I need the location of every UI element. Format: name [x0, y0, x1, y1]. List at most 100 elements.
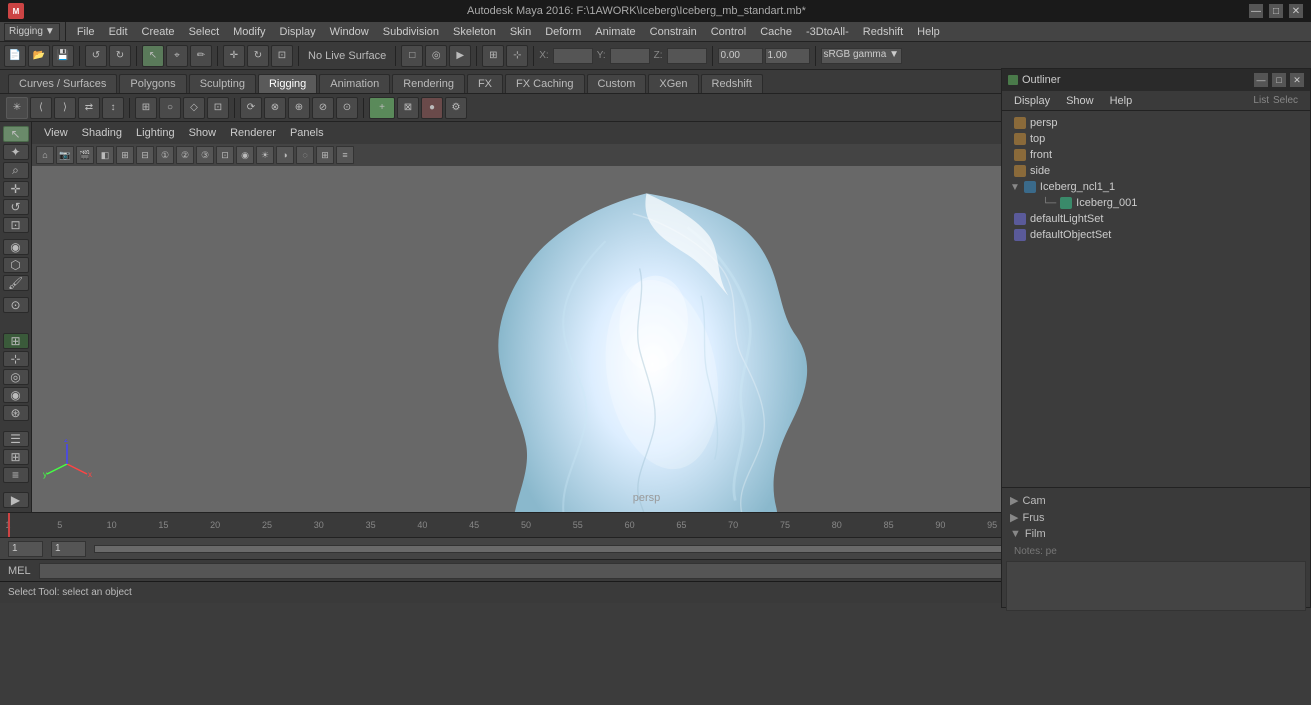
vp-menu-view[interactable]: View — [38, 125, 74, 141]
value2-field[interactable] — [765, 48, 810, 64]
menu-help[interactable]: Help — [911, 24, 946, 40]
view-snap-button[interactable]: ⊛ — [3, 405, 29, 421]
new-file-button[interactable]: 📄 — [4, 45, 26, 67]
menu-animate[interactable]: Animate — [589, 24, 641, 40]
outliner-minimize-button[interactable]: — — [1254, 73, 1268, 87]
outliner-show-menu[interactable]: Show — [1060, 93, 1100, 109]
close-button[interactable]: ✕ — [1289, 4, 1303, 18]
select-tool[interactable]: ✳ — [6, 97, 28, 119]
tool17[interactable]: ● — [421, 97, 443, 119]
tool12[interactable]: ⊕ — [288, 97, 310, 119]
outliner-item-objectset[interactable]: defaultObjectSet — [1006, 227, 1306, 243]
lasso-tool-button[interactable]: ⌖ — [166, 45, 188, 67]
menu-deform[interactable]: Deform — [539, 24, 587, 40]
vp-light-btn[interactable]: ☀ — [256, 146, 274, 164]
surface-snap-button[interactable]: ◉ — [3, 387, 29, 403]
camera-section[interactable]: ▶ Cam — [1006, 492, 1306, 509]
tool3[interactable]: ⟩ — [54, 97, 76, 119]
rotate-button[interactable]: ↺ — [3, 199, 29, 215]
vp-menu-lighting[interactable]: Lighting — [130, 125, 181, 141]
x-field[interactable] — [553, 48, 593, 64]
snap-grid-btn[interactable]: ⊹ — [506, 45, 528, 67]
grid-btn[interactable]: ⊞ — [482, 45, 504, 67]
vp-menu-panels[interactable]: Panels — [284, 125, 330, 141]
select-mode-button[interactable]: ↖ — [3, 126, 29, 142]
select-tool-button[interactable]: ↖ — [142, 45, 164, 67]
soft-mod-button[interactable]: ◉ — [3, 239, 29, 255]
menu-redshift[interactable]: Redshift — [857, 24, 909, 40]
outliner-maximize-button[interactable]: □ — [1272, 73, 1286, 87]
save-file-button[interactable]: 💾 — [52, 45, 74, 67]
vp-menu-renderer[interactable]: Renderer — [224, 125, 282, 141]
tool5[interactable]: ↕ — [102, 97, 124, 119]
outliner-item-top[interactable]: top — [1006, 131, 1306, 147]
gamma-dropdown[interactable]: sRGB gamma ▼ — [821, 48, 902, 64]
tool14[interactable]: ⊙ — [336, 97, 358, 119]
undo-button[interactable]: ↺ — [85, 45, 107, 67]
outliner-item-front[interactable]: front — [1006, 147, 1306, 163]
vp-shadow-btn[interactable]: ◑ — [276, 146, 294, 164]
scale-tool-button[interactable]: ⊡ — [271, 45, 293, 67]
frustum-section[interactable]: ▶ Frus — [1006, 509, 1306, 526]
tool13[interactable]: ⊘ — [312, 97, 334, 119]
range-slider[interactable] — [94, 545, 1103, 553]
minimize-button[interactable]: — — [1249, 4, 1263, 18]
tab-curves-surfaces[interactable]: Curves / Surfaces — [8, 74, 117, 93]
outliner-display-menu[interactable]: Display — [1008, 93, 1056, 109]
vp-home-btn[interactable]: ⌂ — [36, 146, 54, 164]
menu-skin[interactable]: Skin — [504, 24, 537, 40]
outliner-item-iceberg-ncl[interactable]: ▼ Iceberg_ncl1_1 — [1006, 179, 1306, 195]
z-field[interactable] — [667, 48, 707, 64]
tool11[interactable]: ⊗ — [264, 97, 286, 119]
move-tool-button[interactable]: ✛ — [223, 45, 245, 67]
notes-textarea[interactable] — [1006, 561, 1306, 611]
menu-create[interactable]: Create — [136, 24, 181, 40]
paint-tool-button[interactable]: ✏ — [190, 45, 212, 67]
current-frame-input[interactable] — [51, 541, 86, 557]
tab-rigging[interactable]: Rigging — [258, 74, 317, 93]
vp-gate-btn[interactable]: ⊟ — [136, 146, 154, 164]
outliner-button[interactable]: ≡ — [3, 467, 29, 483]
vp-smooth-btn[interactable]: ◉ — [236, 146, 254, 164]
vp-grid-btn[interactable]: ⊞ — [316, 146, 334, 164]
tab-rendering[interactable]: Rendering — [392, 74, 465, 93]
outliner-item-persp[interactable]: persp — [1006, 115, 1306, 131]
vp-menu-show[interactable]: Show — [183, 125, 223, 141]
vp-cam-btn[interactable]: 📷 — [56, 146, 74, 164]
menu-subdivision[interactable]: Subdivision — [377, 24, 445, 40]
outliner-item-iceberg-mesh[interactable]: └─ Iceberg_001 — [1006, 195, 1306, 211]
vp-tog3[interactable]: ③ — [196, 146, 214, 164]
maximize-button[interactable]: □ — [1269, 4, 1283, 18]
film-section[interactable]: ▼ Film — [1006, 526, 1306, 542]
vp-film-btn[interactable]: 🎬 — [76, 146, 94, 164]
open-file-button[interactable]: 📂 — [28, 45, 50, 67]
tool7[interactable]: ○ — [159, 97, 181, 119]
tool2[interactable]: ⟨ — [30, 97, 52, 119]
tab-fx[interactable]: FX — [467, 74, 503, 93]
outliner-item-lightset[interactable]: defaultLightSet — [1006, 211, 1306, 227]
tool4[interactable]: ⇄ — [78, 97, 100, 119]
sculpt-button[interactable]: ⬡ — [3, 257, 29, 273]
paint-button[interactable]: 🖌 — [3, 275, 29, 291]
move-button[interactable]: ✛ — [3, 181, 29, 197]
menu-select[interactable]: Select — [183, 24, 226, 40]
menu-control[interactable]: Control — [705, 24, 752, 40]
list-label[interactable]: List — [1253, 95, 1269, 106]
show-manip-button[interactable]: ⊙ — [3, 297, 29, 313]
tool16[interactable]: ⊠ — [397, 97, 419, 119]
menu-3dtall[interactable]: -3DtoAll- — [800, 24, 855, 40]
paint-select-button[interactable]: ✦ — [3, 144, 29, 160]
tool10[interactable]: ⟳ — [240, 97, 262, 119]
menu-window[interactable]: Window — [324, 24, 375, 40]
vp-wire-btn[interactable]: ⊡ — [216, 146, 234, 164]
rotate-tool-button[interactable]: ↻ — [247, 45, 269, 67]
tab-fx-caching[interactable]: FX Caching — [505, 74, 584, 93]
outliner-close-button[interactable]: ✕ — [1290, 73, 1304, 87]
menu-skeleton[interactable]: Skeleton — [447, 24, 502, 40]
redo-button[interactable]: ↻ — [109, 45, 131, 67]
tab-xgen[interactable]: XGen — [648, 74, 698, 93]
snapshot-btn[interactable]: ◎ — [425, 45, 447, 67]
vp-res-btn[interactable]: ◧ — [96, 146, 114, 164]
mode-dropdown[interactable]: Rigging ▼ — [4, 23, 60, 41]
tab-custom[interactable]: Custom — [587, 74, 647, 93]
